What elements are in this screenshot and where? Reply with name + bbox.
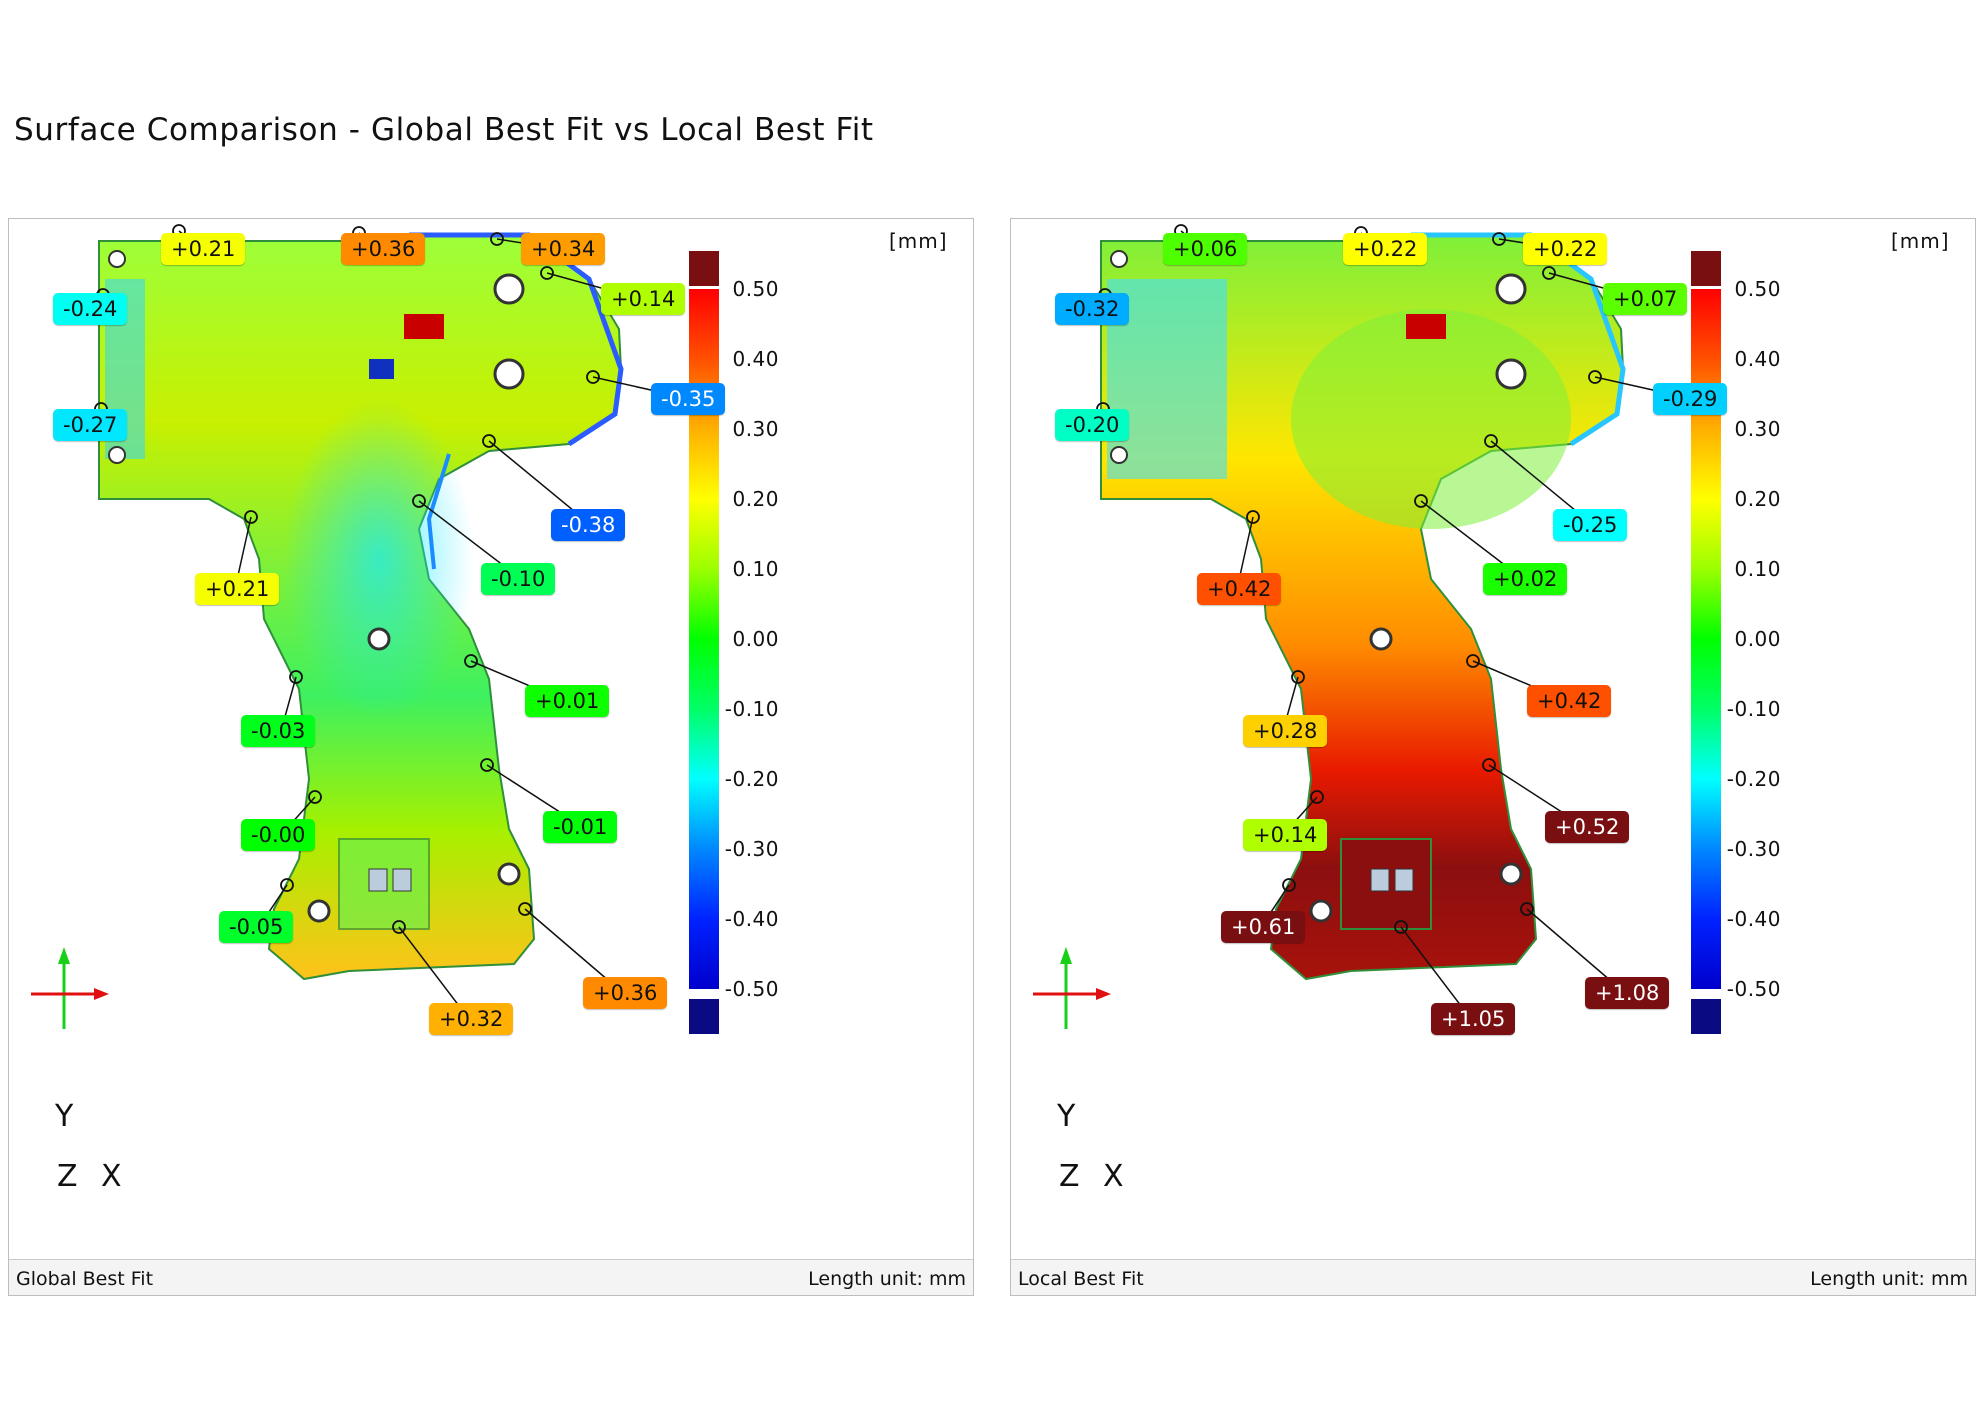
part-surface	[1100, 232, 1626, 981]
colorbar-tick-label: -0.10	[1726, 697, 1781, 721]
colorbar-under-min-swatch	[689, 999, 719, 1034]
status-fit-mode: Local Best Fit	[1018, 1268, 1144, 1290]
deviation-label[interactable]: -0.10	[481, 563, 556, 595]
colorbar-tick-label: 0.40	[732, 347, 779, 371]
deviation-label[interactable]: -0.27	[53, 409, 128, 441]
colorbar-under-min-swatch	[1691, 999, 1721, 1034]
deviation-label[interactable]: +0.22	[1523, 233, 1608, 265]
deviation-label[interactable]: -0.24	[53, 293, 128, 325]
colorbar-tick-label: -0.20	[1726, 767, 1781, 791]
deviation-label[interactable]: +1.05	[1431, 1003, 1516, 1035]
deviation-label[interactable]: +0.06	[1163, 233, 1248, 265]
colorbar-tick-label: -0.10	[724, 697, 779, 721]
local-best-fit-viewport[interactable]	[1011, 219, 1975, 1259]
colorbar-over-max-swatch	[1691, 251, 1721, 286]
status-fit-mode: Global Best Fit	[16, 1268, 154, 1290]
deviation-label[interactable]: +0.42	[1527, 685, 1612, 717]
colorbar-tick-label: 0.00	[1734, 627, 1781, 651]
color-scale-bar	[689, 251, 719, 1034]
colorbar-tick-label: -0.50	[1726, 977, 1781, 1001]
deviation-label[interactable]: -0.01	[543, 811, 618, 843]
deviation-label[interactable]: +0.52	[1545, 811, 1630, 843]
deviation-label[interactable]: +0.28	[1243, 715, 1328, 747]
deviation-label[interactable]: +1.08	[1585, 977, 1670, 1009]
colorbar-tick-label: -0.50	[724, 977, 779, 1001]
deviation-label[interactable]: +0.14	[1243, 819, 1328, 851]
axis-y-label: Y	[55, 1099, 74, 1134]
deviation-label[interactable]: +0.42	[1197, 573, 1282, 605]
axis-x-label: X	[101, 1159, 122, 1194]
colorbar-tick-label: -0.40	[1726, 907, 1781, 931]
global-best-fit-viewport[interactable]	[9, 219, 973, 1259]
deviation-label[interactable]: +0.36	[583, 977, 668, 1009]
colorbar-tick-label: 0.50	[732, 277, 779, 301]
deviation-label[interactable]: +0.22	[1343, 233, 1428, 265]
deviation-label[interactable]: +0.61	[1221, 911, 1306, 943]
deviation-label[interactable]: -0.25	[1553, 509, 1628, 541]
xyz-axis-icon	[1033, 947, 1111, 1029]
deviation-label[interactable]: -0.35	[651, 383, 726, 415]
deviation-label[interactable]: +0.32	[429, 1003, 514, 1035]
deviation-label[interactable]: -0.20	[1055, 409, 1130, 441]
colorbar-tick-label: 0.10	[732, 557, 779, 581]
axis-z-label: Z	[57, 1159, 78, 1194]
colorbar-tick-label: 0.30	[1734, 417, 1781, 441]
axis-x-label: X	[1103, 1159, 1124, 1194]
deviation-label[interactable]: -0.03	[241, 715, 316, 747]
deviation-label[interactable]: +0.14	[601, 283, 686, 315]
colorbar-unit-label: [mm]	[1891, 229, 1950, 253]
deviation-label[interactable]: +0.21	[161, 233, 246, 265]
colorbar-tick-label: -0.20	[724, 767, 779, 791]
deviation-label[interactable]: +0.01	[525, 685, 610, 717]
colorbar-unit-label: [mm]	[889, 229, 948, 253]
colorbar-tick-label: 0.30	[732, 417, 779, 441]
deviation-label[interactable]: +0.21	[195, 573, 280, 605]
part-surface	[98, 232, 624, 981]
local-status-bar: Local Best Fit Length unit: mm	[1011, 1259, 1975, 1295]
deviation-label[interactable]: -0.29	[1653, 383, 1728, 415]
colorbar-tick-label: 0.00	[732, 627, 779, 651]
deviation-label[interactable]: +0.07	[1603, 283, 1688, 315]
colorbar-tick-label: -0.40	[724, 907, 779, 931]
colorbar-tick-label: 0.40	[1734, 347, 1781, 371]
deviation-label[interactable]: -0.00	[241, 819, 316, 851]
deviation-label[interactable]: -0.38	[551, 509, 626, 541]
colorbar-tick-label: 0.20	[1734, 487, 1781, 511]
deviation-label[interactable]: -0.05	[219, 911, 294, 943]
colorbar-tick-label: 0.50	[1734, 277, 1781, 301]
deviation-label[interactable]: +0.02	[1483, 563, 1568, 595]
colorbar-over-max-swatch	[689, 251, 719, 286]
deviation-label[interactable]: +0.34	[521, 233, 606, 265]
axis-y-label: Y	[1057, 1099, 1076, 1134]
axis-z-label: Z	[1059, 1159, 1080, 1194]
colorbar-tick-label: -0.30	[724, 837, 779, 861]
deviation-label[interactable]: +0.36	[341, 233, 426, 265]
deviation-label[interactable]: -0.32	[1055, 293, 1130, 325]
page-title: Surface Comparison - Global Best Fit vs …	[14, 112, 874, 148]
global-best-fit-panel: [mm] 0.50 0.40 0.30 0.20 0.10 0.00 -0.10 -0.20 -…	[8, 218, 974, 1296]
color-scale-bar	[1691, 251, 1721, 1034]
colorbar-tick-label: -0.30	[1726, 837, 1781, 861]
status-length-unit: Length unit: mm	[1810, 1268, 1968, 1290]
local-best-fit-panel: [mm] 0.50 0.40 0.30 0.20 0.10 0.00 -0.10 -0.20 -…	[1010, 218, 1976, 1296]
status-length-unit: Length unit: mm	[808, 1268, 966, 1290]
xyz-axis-icon	[31, 947, 109, 1029]
colorbar-tick-label: 0.20	[732, 487, 779, 511]
global-status-bar: Global Best Fit Length unit: mm	[9, 1259, 973, 1295]
colorbar-tick-label: 0.10	[1734, 557, 1781, 581]
